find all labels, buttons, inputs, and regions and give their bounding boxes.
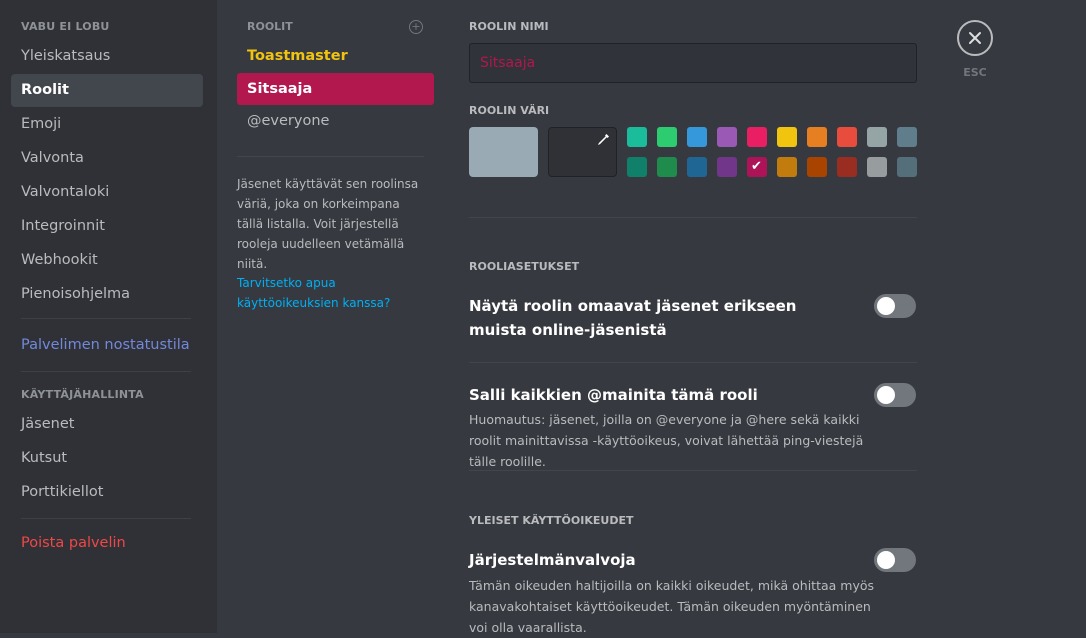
color-swatch[interactable] — [807, 127, 827, 147]
sidebar-item-integrations[interactable]: Integroinnit — [11, 210, 203, 243]
color-swatch[interactable] — [687, 127, 707, 147]
roles-help-text: Jäsenet käyttävät sen roolinsa väriä, jo… — [237, 177, 419, 271]
close-icon — [969, 32, 981, 44]
color-swatch[interactable] — [897, 157, 917, 177]
color-swatch[interactable] — [657, 127, 677, 147]
administrator-setting-title: Järjestelmänvalvoja — [469, 551, 636, 569]
toggle-knob — [877, 297, 895, 315]
color-swatch[interactable] — [867, 127, 887, 147]
sidebar-item-members[interactable]: Jäsenet — [11, 408, 203, 441]
custom-color-picker[interactable] — [548, 127, 617, 177]
general-permissions-label: YLEISET KÄYTTÖOIKEUDET — [469, 514, 634, 527]
toggle-knob — [877, 386, 895, 404]
color-swatch[interactable] — [837, 157, 857, 177]
color-swatch[interactable] — [777, 157, 797, 177]
role-name-label: ROOLIN NIMI — [469, 20, 549, 33]
sidebar-item-invites[interactable]: Kutsut — [11, 442, 203, 475]
sidebar-item-delete-server[interactable]: Poista palvelin — [11, 527, 203, 560]
role-item-everyone[interactable]: @everyone — [237, 105, 434, 137]
sidebar-divider — [21, 318, 191, 319]
user-management-header: KÄYTTÄJÄHALLINTA — [21, 388, 144, 401]
color-swatch[interactable] — [837, 127, 857, 147]
permissions-help-link[interactable]: Tarvitsetko apua käyttöoikeuksien kanssa… — [237, 273, 427, 313]
role-settings-label: ROOLIASETUKSET — [469, 260, 580, 273]
color-swatch[interactable] — [717, 157, 737, 177]
administrator-setting-description: Tämän oikeuden haltijoilla on kaikki oik… — [469, 578, 875, 635]
mention-setting-title: Salli kaikkien @mainita tämä rooli — [469, 386, 758, 404]
close-button[interactable] — [957, 20, 993, 56]
color-swatch[interactable] — [897, 127, 917, 147]
mention-toggle[interactable] — [874, 383, 916, 407]
sidebar-item-bans[interactable]: Porttikiellot — [11, 476, 203, 509]
sidebar-item-emoji[interactable]: Emoji — [11, 108, 203, 141]
color-swatch[interactable] — [627, 127, 647, 147]
color-swatch[interactable] — [717, 127, 737, 147]
sidebar-item-webhooks[interactable]: Webhookit — [11, 244, 203, 277]
color-swatch[interactable]: ✔ — [747, 157, 767, 177]
esc-label: ESC — [963, 66, 987, 79]
close-settings[interactable]: ESC — [957, 20, 993, 79]
color-swatch[interactable] — [867, 157, 887, 177]
add-role-icon[interactable]: + — [409, 20, 423, 34]
eyedropper-icon — [598, 134, 609, 145]
settings-sidebar: VABU EI LOBU Yleiskatsaus Roolit Emoji V… — [0, 0, 217, 633]
sidebar-item-overview[interactable]: Yleiskatsaus — [11, 40, 203, 73]
server-name-header: VABU EI LOBU — [21, 20, 110, 33]
color-swatch[interactable] — [807, 157, 827, 177]
sidebar-item-roles[interactable]: Roolit — [11, 74, 203, 107]
roles-header: ROOLIT — [247, 20, 293, 33]
section-divider — [469, 470, 917, 471]
color-swatch[interactable] — [747, 127, 767, 147]
sidebar-item-moderation[interactable]: Valvonta — [11, 142, 203, 175]
hoist-setting-title: Näytä roolin omaavat jäsenet erikseen mu… — [469, 297, 797, 339]
role-name-input[interactable] — [469, 43, 917, 83]
role-color-label: ROOLIN VÄRI — [469, 104, 550, 117]
mention-setting-description: Huomautus: jäsenet, joilla on @everyone … — [469, 412, 864, 469]
color-swatch[interactable] — [687, 157, 707, 177]
hoist-toggle[interactable] — [874, 294, 916, 318]
sidebar-item-audit-log[interactable]: Valvontaloki — [11, 176, 203, 209]
section-divider — [469, 362, 917, 363]
checkmark-icon: ✔ — [751, 159, 762, 174]
sidebar-item-widget[interactable]: Pienoisohjelma — [11, 278, 203, 311]
administrator-toggle[interactable] — [874, 548, 916, 572]
sidebar-divider — [21, 518, 191, 519]
default-color-swatch[interactable] — [469, 127, 538, 177]
color-swatch[interactable] — [627, 157, 647, 177]
color-swatch[interactable] — [777, 127, 797, 147]
section-divider — [469, 217, 917, 218]
sidebar-divider — [21, 371, 191, 372]
role-item-sitsaaja[interactable]: Sitsaaja — [237, 73, 434, 105]
toggle-knob — [877, 551, 895, 569]
roles-divider — [237, 156, 424, 157]
color-swatch[interactable] — [657, 157, 677, 177]
sidebar-item-server-boost[interactable]: Palvelimen nostatustila — [11, 329, 203, 362]
role-item-toastmaster[interactable]: Toastmaster — [237, 40, 434, 72]
